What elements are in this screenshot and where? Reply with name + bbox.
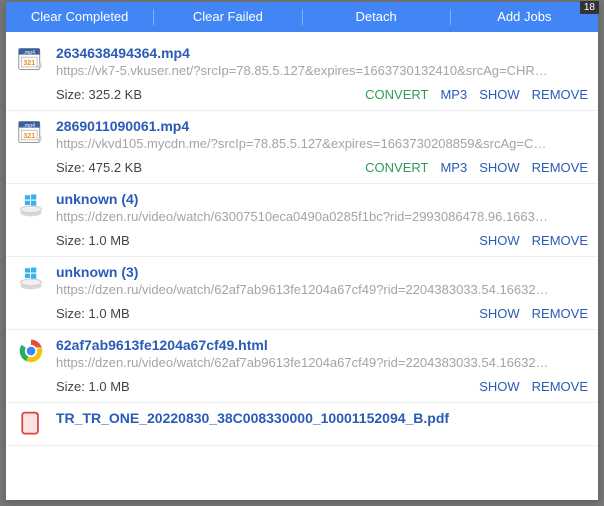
- mp3-button[interactable]: MP3: [440, 160, 467, 175]
- remove-button[interactable]: REMOVE: [532, 233, 588, 248]
- file-url: https://vk7-5.vkuser.net/?srcIp=78.85.5.…: [56, 62, 588, 79]
- download-panel: Clear Completed Clear Failed Detach Add …: [6, 2, 598, 500]
- download-item: .mp4 321 2634638494364.mp4https://vk7-5.vk…: [6, 38, 598, 111]
- download-item: TR_TR_ONE_20220830_38C008330000_10001152…: [6, 403, 598, 446]
- download-item: unknown (4)https://dzen.ru/video/watch/6…: [6, 184, 598, 257]
- clear-completed-button[interactable]: Clear Completed: [6, 2, 153, 32]
- file-size: Size: 1.0 MB: [56, 306, 479, 321]
- item-actions: CONVERT MP3 SHOW REMOVE: [365, 87, 588, 102]
- remove-button[interactable]: REMOVE: [532, 306, 588, 321]
- svg-text:.mp4: .mp4: [23, 123, 35, 129]
- remove-button[interactable]: REMOVE: [532, 160, 588, 175]
- show-button[interactable]: SHOW: [479, 87, 519, 102]
- downloads-list[interactable]: .mp4 321 2634638494364.mp4https://vk7-5.vk…: [6, 32, 598, 500]
- remove-button[interactable]: REMOVE: [532, 379, 588, 394]
- mp4-file-icon: .mp4 321: [16, 44, 46, 74]
- convert-button[interactable]: CONVERT: [365, 160, 428, 175]
- convert-button[interactable]: CONVERT: [365, 87, 428, 102]
- file-name[interactable]: 62af7ab9613fe1204a67cf49.html: [56, 336, 588, 354]
- download-item: .mp4 321 2869011090061.mp4https://vkvd105.…: [6, 111, 598, 184]
- item-actions: CONVERT MP3 SHOW REMOVE: [365, 160, 588, 175]
- svg-text:.mp4: .mp4: [23, 50, 35, 56]
- remove-button[interactable]: REMOVE: [532, 87, 588, 102]
- show-button[interactable]: SHOW: [479, 160, 519, 175]
- file-size: Size: 325.2 KB: [56, 87, 365, 102]
- item-actions: SHOW REMOVE: [479, 233, 588, 248]
- svg-text:321: 321: [23, 133, 35, 140]
- show-button[interactable]: SHOW: [479, 306, 519, 321]
- file-name[interactable]: 2869011090061.mp4: [56, 117, 588, 135]
- pdf-file-icon: [16, 409, 46, 439]
- clear-failed-button[interactable]: Clear Failed: [154, 2, 301, 32]
- detach-button[interactable]: Detach: [303, 2, 450, 32]
- file-url: https://dzen.ru/video/watch/62af7ab9613f…: [56, 354, 588, 371]
- download-item: unknown (3)https://dzen.ru/video/watch/6…: [6, 257, 598, 330]
- jobs-count-badge: 18: [580, 1, 599, 14]
- chrome-file-icon: [16, 336, 46, 366]
- win-file-icon: [16, 263, 46, 293]
- file-url: https://vkvd105.mycdn.me/?srcIp=78.85.5.…: [56, 135, 588, 152]
- file-size: Size: 1.0 MB: [56, 379, 479, 394]
- file-url: https://dzen.ru/video/watch/63007510eca0…: [56, 208, 588, 225]
- toolbar: Clear Completed Clear Failed Detach Add …: [6, 2, 598, 32]
- file-size: Size: 475.2 KB: [56, 160, 365, 175]
- download-item: 62af7ab9613fe1204a67cf49.htmlhttps://dze…: [6, 330, 598, 403]
- item-actions: SHOW REMOVE: [479, 379, 588, 394]
- svg-text:321: 321: [23, 60, 35, 67]
- file-size: Size: 1.0 MB: [56, 233, 479, 248]
- file-name[interactable]: unknown (3): [56, 263, 588, 281]
- show-button[interactable]: SHOW: [479, 233, 519, 248]
- win-file-icon: [16, 190, 46, 220]
- file-name[interactable]: TR_TR_ONE_20220830_38C008330000_10001152…: [56, 409, 588, 427]
- show-button[interactable]: SHOW: [479, 379, 519, 394]
- file-name[interactable]: 2634638494364.mp4: [56, 44, 588, 62]
- mp4-file-icon: .mp4 321: [16, 117, 46, 147]
- item-actions: SHOW REMOVE: [479, 306, 588, 321]
- mp3-button[interactable]: MP3: [440, 87, 467, 102]
- add-jobs-button[interactable]: Add Jobs: [451, 2, 598, 32]
- file-name[interactable]: unknown (4): [56, 190, 588, 208]
- file-url: https://dzen.ru/video/watch/62af7ab9613f…: [56, 281, 588, 298]
